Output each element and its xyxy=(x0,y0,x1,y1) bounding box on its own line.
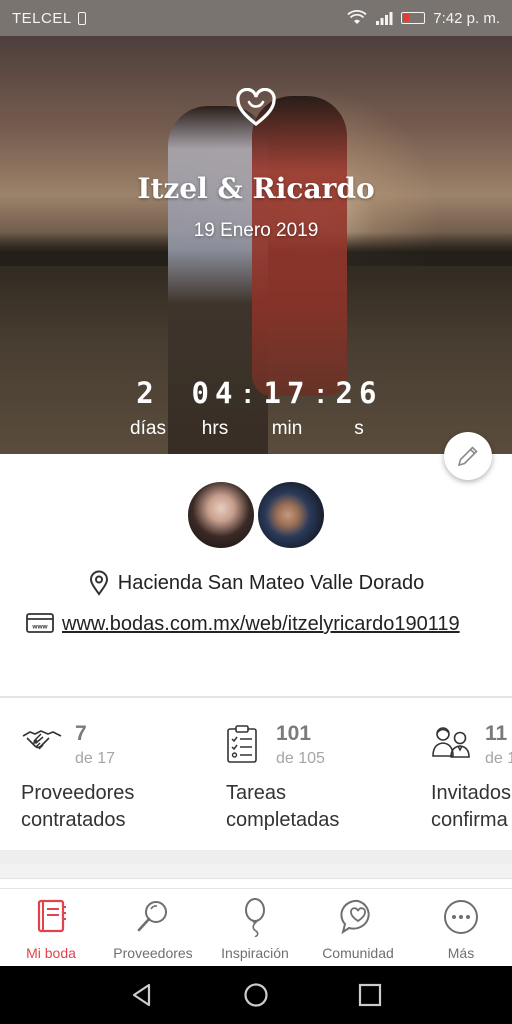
countdown-separator: : xyxy=(243,378,253,409)
nav-inspiracion-label: Inspiración xyxy=(221,945,289,961)
avatar-groom[interactable] xyxy=(256,480,326,550)
countdown-minutes-label: min xyxy=(271,418,303,439)
edit-button[interactable] xyxy=(444,432,492,480)
nav-proveedores[interactable]: Proveedores xyxy=(102,897,204,961)
planner-book-icon xyxy=(37,899,66,933)
stat-tasks-label: Tareas completadas xyxy=(226,780,339,834)
pencil-icon xyxy=(457,446,478,467)
countdown-seconds-label: s xyxy=(354,418,364,439)
stat-vendors-label-line1: Proveedores xyxy=(21,782,135,804)
nav-mi-boda-label: Mi boda xyxy=(26,945,76,961)
back-icon[interactable] xyxy=(127,980,157,1010)
recents-icon[interactable] xyxy=(355,980,385,1010)
countdown-days-label: días xyxy=(130,418,166,439)
handshake-icon xyxy=(22,730,62,750)
stat-guests-label-line2: confirma xyxy=(431,809,508,831)
nav-proveedores-label: Proveedores xyxy=(113,945,193,961)
countdown: 2 días 04 hrs : 17 min : 26 s xyxy=(0,376,512,456)
stat-tasks-total: de 105 xyxy=(276,750,325,767)
more-icon xyxy=(444,900,478,934)
stat-vendors-label-line2: contratados xyxy=(21,809,126,831)
wifi-icon xyxy=(347,10,367,24)
system-navigation-bar xyxy=(0,966,512,1024)
avatar-bride[interactable] xyxy=(186,480,256,550)
nav-mas-label: Más xyxy=(447,945,475,961)
stats-row: 7 de 17 Proveedores contratados 101 de 1… xyxy=(0,698,512,850)
wedding-date: 19 Enero 2019 xyxy=(193,220,319,241)
stat-guests-label-line1: Invitados xyxy=(431,782,512,804)
countdown-seconds: 26 s xyxy=(324,376,394,440)
countdown-hours-label: hrs xyxy=(201,418,229,439)
stat-tasks-label-line1: Tareas xyxy=(226,782,287,804)
stat-guests-value: 11 xyxy=(485,722,508,745)
nav-mas[interactable]: Más xyxy=(410,897,512,961)
checklist-icon xyxy=(227,725,257,763)
wedding-website: www www.bodas.com.mx/web/itzelyricardo19… xyxy=(26,608,486,640)
stat-vendors-label: Proveedores contratados xyxy=(21,780,134,834)
section-gap xyxy=(0,850,512,864)
sim-icon xyxy=(77,11,86,25)
nav-comunidad-label: Comunidad xyxy=(322,945,394,961)
search-icon xyxy=(137,901,167,932)
nav-inspiracion[interactable]: Inspiración xyxy=(204,897,306,961)
stat-tasks-value: 101 xyxy=(276,722,312,745)
countdown-days-value: 2 xyxy=(136,376,160,410)
svg-text:www: www xyxy=(31,624,48,631)
status-bar: TELCEL 7:42 p. m. xyxy=(0,0,512,36)
bottom-navigation: Mi boda Proveedores Inspiración Comunida… xyxy=(0,888,512,966)
status-time: 7:42 p. m. xyxy=(433,9,500,27)
stat-tasks-label-line2: completadas xyxy=(226,809,340,831)
web-browser-icon: www xyxy=(26,613,54,633)
heart-logo-icon xyxy=(236,88,276,127)
stat-guests-total: de 1 xyxy=(485,750,512,767)
countdown-hours: 04 hrs xyxy=(180,376,250,440)
stat-guests-label: Invitados confirma xyxy=(431,780,511,834)
nav-mi-boda[interactable]: Mi boda xyxy=(0,897,102,961)
guests-icon xyxy=(432,727,470,758)
signal-icon xyxy=(376,12,393,25)
countdown-hours-value: 04 xyxy=(191,376,239,410)
battery-icon xyxy=(401,12,426,24)
home-icon[interactable] xyxy=(241,980,271,1010)
balloon-icon xyxy=(245,898,265,937)
venue-name: Hacienda San Mateo Valle Dorado xyxy=(117,571,425,594)
carrier-name: TELCEL xyxy=(12,9,72,27)
countdown-minutes-value: 17 xyxy=(263,376,311,410)
location-pin-icon xyxy=(89,570,108,596)
nav-comunidad[interactable]: Comunidad xyxy=(307,897,409,961)
wedding-website-link[interactable]: www.bodas.com.mx/web/itzelyricardo190119 xyxy=(62,613,460,635)
venue-location[interactable]: Hacienda San Mateo Valle Dorado xyxy=(0,570,512,596)
stat-vendors-value: 7 xyxy=(75,722,87,745)
countdown-seconds-value: 26 xyxy=(335,376,383,410)
countdown-days: 2 días xyxy=(113,376,183,440)
chat-heart-icon xyxy=(340,899,370,935)
couple-names: Itzel & Ricardo xyxy=(137,172,375,205)
stat-vendors-total: de 17 xyxy=(75,750,116,767)
countdown-minutes: 17 min xyxy=(252,376,322,440)
wedding-info-card: Hacienda San Mateo Valle Dorado www www.… xyxy=(0,454,512,696)
